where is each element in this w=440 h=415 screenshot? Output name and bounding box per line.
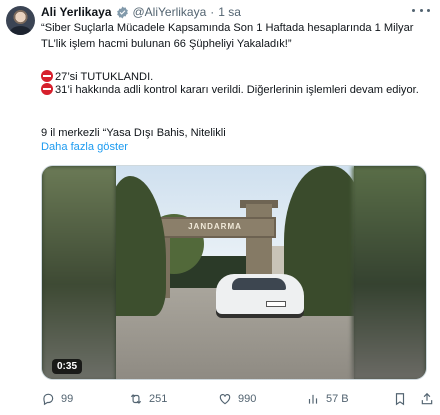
repost-icon <box>130 394 142 404</box>
like-button[interactable]: 990 <box>218 392 256 406</box>
gate-sign-text: JANDARMA <box>188 222 242 231</box>
reply-icon <box>43 393 54 406</box>
tweet-text-judicial: 31’i hakkında adli kontrol kararı verild… <box>55 84 419 96</box>
video-frame[interactable]: JANDARMA <box>116 166 354 379</box>
reply-count: 99 <box>61 393 74 405</box>
more-options-icon[interactable] <box>412 3 430 17</box>
tweet-actions: 99 251 990 57 B <box>41 392 433 410</box>
tweet-text-line: “Siber Suçlarla Mücadele Kapsamında Son … <box>41 22 414 50</box>
share-button[interactable] <box>420 392 434 406</box>
tweet-text-line: 31’i hakkında adli kontrol kararı verild… <box>41 83 433 99</box>
share-icon <box>421 392 433 405</box>
view-count: 57 B <box>326 393 349 405</box>
tweet-header: Ali Yerlikaya @AliYerlikaya · 1 sa <box>41 4 241 20</box>
video-blur-right <box>352 166 426 379</box>
tweet-text-arrested: 27’si TUTUKLANDI. <box>55 71 154 83</box>
author-name[interactable]: Ali Yerlikaya <box>41 5 112 19</box>
bookmark-button[interactable] <box>393 392 407 406</box>
views-icon <box>308 394 318 404</box>
video-blur-left <box>42 166 116 379</box>
like-count: 990 <box>238 393 257 405</box>
separator-dot: · <box>210 5 215 19</box>
author-avatar[interactable] <box>6 6 35 35</box>
show-more-link[interactable]: Daha fazla göster <box>41 141 128 153</box>
repost-count: 251 <box>149 393 168 405</box>
car <box>216 274 304 314</box>
repost-button[interactable]: 251 <box>129 392 167 406</box>
no-entry-emoji-icon <box>41 70 53 82</box>
views-button[interactable]: 57 B <box>306 392 349 406</box>
bookmark-icon <box>395 393 405 406</box>
tweet-text-line: 9 il merkezli “Yasa Dışı Bahis, Nitelikl… <box>41 127 226 139</box>
verified-badge-icon <box>116 6 128 18</box>
video-player[interactable]: JANDARMA 0:35 <box>41 165 427 380</box>
no-entry-emoji-icon <box>41 83 53 95</box>
author-handle[interactable]: @AliYerlikaya <box>133 5 207 19</box>
reply-button[interactable]: 99 <box>41 392 73 406</box>
video-duration: 0:35 <box>52 359 83 374</box>
tweet-time[interactable]: 1 sa <box>218 5 241 19</box>
gate-sign: JANDARMA <box>154 217 276 238</box>
heart-icon <box>219 394 231 405</box>
